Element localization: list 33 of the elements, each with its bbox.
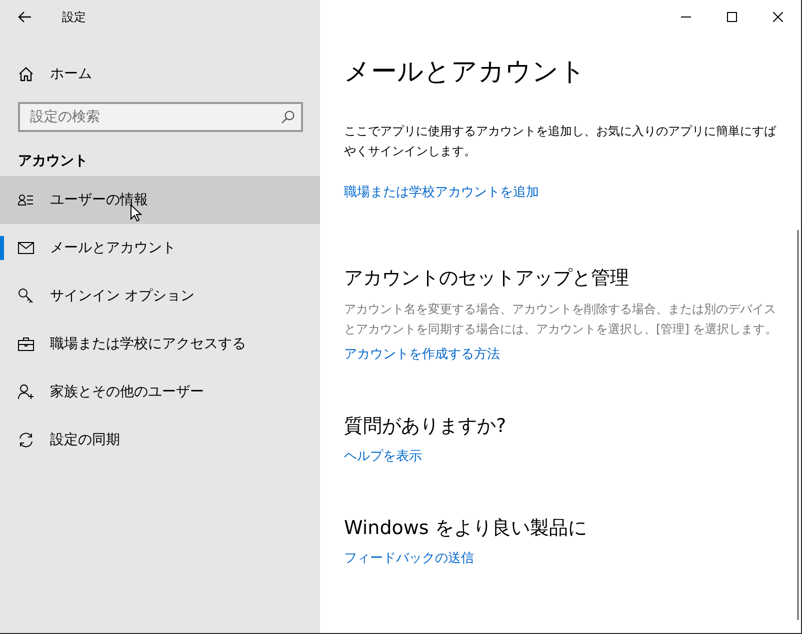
- section-heading: Windows をより良い製品に: [344, 516, 588, 541]
- scrollbar[interactable]: [797, 230, 799, 620]
- mouse-cursor-icon: [130, 204, 142, 222]
- section-heading: アカウントのセットアップと管理: [344, 266, 630, 291]
- search-field[interactable]: 設定の検索: [18, 102, 303, 132]
- page-title: メールとアカウント: [344, 56, 587, 89]
- briefcase-icon: [18, 337, 34, 351]
- mail-icon: [18, 242, 34, 254]
- intro-text: ここでアプリに使用するアカウントを追加し、お気に入りのアプリに簡単にすばやくサインインします。: [344, 123, 778, 160]
- user-add-icon: [18, 384, 34, 400]
- help-link[interactable]: アカウントを作成する方法: [344, 345, 781, 365]
- nav-item[interactable]: 職場または学校にアクセスする: [0, 320, 320, 368]
- help-link[interactable]: ヘルプを表示: [344, 447, 781, 467]
- search-icon: [281, 110, 295, 124]
- nav-item[interactable]: サインイン オプション: [0, 272, 320, 320]
- nav-item[interactable]: ユーザーの情報: [0, 176, 320, 224]
- nav-item[interactable]: 家族とその他のユーザー: [0, 368, 320, 416]
- window-title: 設定: [62, 8, 86, 26]
- nav-item[interactable]: メールとアカウント: [0, 224, 320, 272]
- home-icon: [18, 66, 34, 82]
- nav-item[interactable]: 設定の同期: [0, 416, 320, 464]
- section-heading: 質問がありますか?: [344, 414, 508, 439]
- help-link[interactable]: フィードバックの送信: [344, 549, 781, 569]
- close-icon[interactable]: [773, 12, 783, 22]
- add-account-link[interactable]: 職場または学校アカウントを追加: [344, 183, 781, 203]
- section-heading: アカウント: [17, 152, 89, 171]
- section-description: アカウント名を変更する場合、アカウントを削除する場合、または別のデバイスとアカウントを同期する場合には、アカウントを選択し、[管理] を選択します。: [344, 301, 778, 338]
- maximize-icon[interactable]: [727, 12, 737, 22]
- home-item[interactable]: ホーム: [0, 58, 320, 90]
- user-list-icon: [18, 194, 34, 206]
- sync-icon: [18, 432, 34, 448]
- back-icon[interactable]: [18, 11, 32, 23]
- key-icon: [18, 288, 34, 304]
